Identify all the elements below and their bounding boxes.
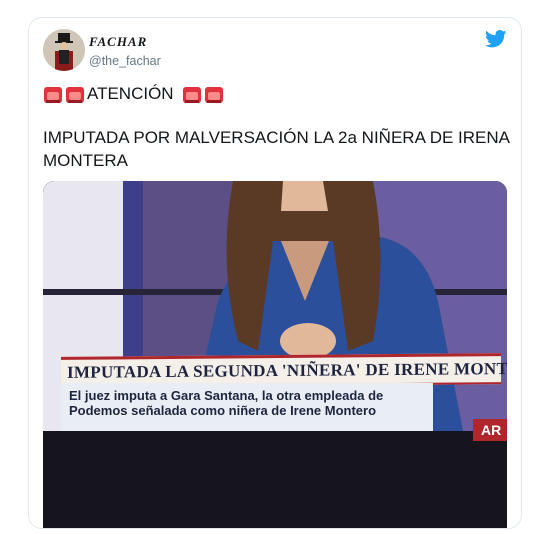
avatar-image: [43, 29, 85, 71]
tweet-text-line-1: ATENCIÓN: [43, 84, 226, 104]
tweet-text-line-2: IMPUTADA POR MALVERSACIÓN LA 2a NIÑERA D…: [43, 128, 510, 170]
avatar[interactable]: [43, 29, 85, 71]
tweet-media-photo[interactable]: IMPUTADA LA SEGUNDA 'NIÑERA' DE IRENE MO…: [43, 181, 507, 528]
twitter-bird-icon[interactable]: [485, 30, 507, 48]
news-caption-subtitle-text: El juez imputa a Gara Santana, la otra e…: [69, 388, 384, 418]
user-handle[interactable]: @the_fachar: [89, 54, 161, 68]
siren-icon: [66, 87, 84, 103]
channel-logo: AR: [481, 422, 502, 438]
tweet-text-attention: ATENCIÓN: [87, 84, 174, 103]
tweet-card[interactable]: FACHAR @the_fachar ATENCIÓN IMPUTADA POR…: [28, 17, 522, 529]
display-name[interactable]: FACHAR: [89, 34, 147, 50]
siren-icon: [204, 87, 223, 103]
siren-icon: [44, 87, 62, 103]
news-caption-subtitle: El juez imputa a Gara Santana, la otra e…: [61, 383, 433, 431]
news-caption-title-text: IMPUTADA LA SEGUNDA 'NIÑERA' DE IRENE MO…: [67, 358, 507, 382]
siren-icon: [182, 87, 201, 103]
